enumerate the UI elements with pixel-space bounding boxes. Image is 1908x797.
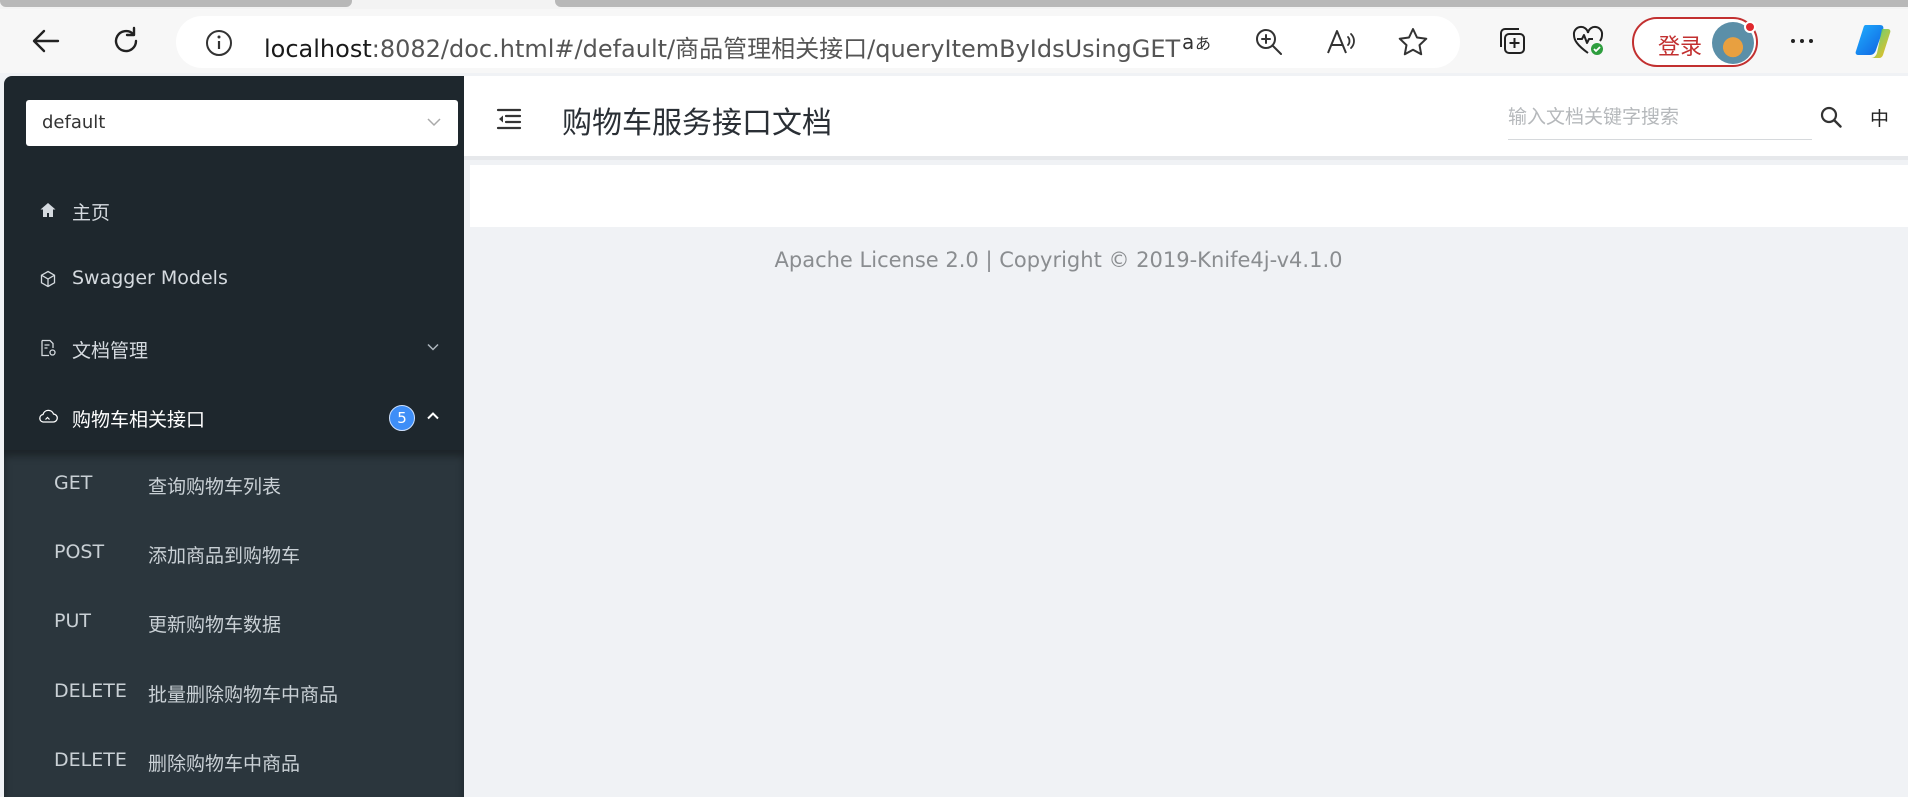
models-icon	[38, 269, 58, 289]
sidebar-item-label: 购物车相关接口	[72, 409, 206, 431]
sidebar-item-label: 文档管理	[72, 340, 149, 362]
chevron-down-icon	[427, 118, 441, 127]
copilot-icon	[1855, 25, 1891, 58]
group-select-value: default	[42, 112, 106, 133]
reload-icon	[114, 26, 138, 53]
group-select[interactable]: default	[26, 100, 458, 146]
page-header: 购物车服务接口文档 中	[464, 76, 1908, 160]
sidebar-item-home[interactable]: 主页	[4, 176, 464, 245]
search-button[interactable]	[1816, 102, 1846, 132]
site-info-icon[interactable]	[204, 28, 234, 58]
api-label: 查询购物车列表	[148, 476, 282, 498]
login-label: 登录	[1658, 35, 1703, 60]
notification-dot	[1744, 21, 1756, 33]
cloud-icon	[38, 407, 58, 427]
svg-text:あ: あ	[1195, 34, 1211, 53]
sidebar-item-label: 主页	[72, 202, 111, 224]
login-button[interactable]: 登录	[1632, 17, 1758, 67]
http-method: DELETE	[54, 749, 127, 771]
search-field	[1508, 96, 1812, 140]
url-text[interactable]: localhost:8082/doc.html#/default/商品管理相关接…	[264, 29, 1180, 64]
search-input[interactable]	[1508, 96, 1798, 138]
url-host: localhost	[264, 35, 372, 63]
url-path: :8082/doc.html#/default/商品管理相关接口/queryIt…	[371, 35, 1181, 63]
chevron-down-icon	[427, 343, 439, 351]
collections-icon	[1500, 28, 1525, 54]
sidebar-item-doc-management[interactable]: 文档管理	[4, 314, 464, 383]
sidebar-item-cart-apis[interactable]: 购物车相关接口 5	[4, 383, 464, 452]
language-toggle[interactable]: 中	[1870, 104, 1889, 131]
api-item-delete-cart-item[interactable]: DELETE 删除购物车中商品	[4, 727, 464, 796]
arrow-left-icon	[32, 29, 60, 53]
browser-tab-active[interactable]	[555, 0, 1908, 7]
browser-tab[interactable]	[0, 0, 352, 7]
cart-api-submenu: GET 查询购物车列表 POST 添加商品到购物车 PUT 更新购物车数据 DE…	[4, 450, 464, 797]
back-button[interactable]	[26, 21, 66, 61]
api-item-update-cart[interactable]: PUT 更新购物车数据	[4, 588, 464, 657]
zoom-icon[interactable]	[1252, 25, 1286, 59]
translate-icon[interactable]: aあ	[1180, 25, 1214, 59]
chevron-up-icon	[427, 412, 439, 420]
reload-button[interactable]	[106, 21, 146, 61]
sidebar: default 主页 Swagger Models 文档管理 购物车相关接口 5…	[4, 76, 464, 797]
api-label: 添加商品到购物车	[148, 545, 301, 567]
tab-strip	[0, 0, 1908, 9]
sidebar-item-swagger-models[interactable]: Swagger Models	[4, 245, 464, 314]
content-panel	[470, 165, 1908, 227]
page-title: 购物车服务接口文档	[562, 106, 832, 141]
count-badge: 5	[389, 405, 415, 431]
api-label: 批量删除购物车中商品	[148, 684, 339, 706]
heart-pulse-icon	[1572, 25, 1604, 55]
main-content: 购物车服务接口文档 中 Apache License 2.0 | Copyrig…	[464, 76, 1908, 797]
browser-toolbar: localhost:8082/doc.html#/default/商品管理相关接…	[0, 9, 1908, 73]
favorite-star-icon[interactable]	[1396, 25, 1430, 59]
api-item-add-to-cart[interactable]: POST 添加商品到购物车	[4, 519, 464, 588]
read-aloud-icon[interactable]	[1324, 25, 1358, 59]
sidebar-item-label: Swagger Models	[72, 267, 228, 289]
collections-button[interactable]	[1492, 21, 1532, 61]
search-icon	[1820, 106, 1842, 128]
api-item-batch-delete-cart[interactable]: DELETE 批量删除购物车中商品	[4, 658, 464, 727]
svg-text:a: a	[1182, 30, 1194, 54]
footer-copyright: Apache License 2.0 | Copyright © 2019-Kn…	[774, 248, 1343, 272]
http-method: DELETE	[54, 680, 127, 702]
http-method: POST	[54, 541, 105, 563]
copilot-button[interactable]	[1854, 21, 1894, 61]
http-method: GET	[54, 472, 93, 494]
home-icon	[38, 200, 58, 220]
http-method: PUT	[54, 610, 91, 632]
more-menu-button[interactable]	[1782, 21, 1822, 61]
api-label: 更新购物车数据	[148, 614, 282, 636]
api-item-get-cart-list[interactable]: GET 查询购物车列表	[4, 450, 464, 519]
browser-essentials-button[interactable]	[1568, 21, 1608, 61]
menu-fold-icon	[496, 108, 522, 130]
api-label: 删除购物车中商品	[148, 753, 301, 775]
address-bar[interactable]: localhost:8082/doc.html#/default/商品管理相关接…	[176, 16, 1460, 68]
doc-settings-icon	[38, 338, 58, 358]
collapse-sidebar-button[interactable]	[494, 104, 524, 134]
more-dots-icon	[1791, 39, 1813, 43]
